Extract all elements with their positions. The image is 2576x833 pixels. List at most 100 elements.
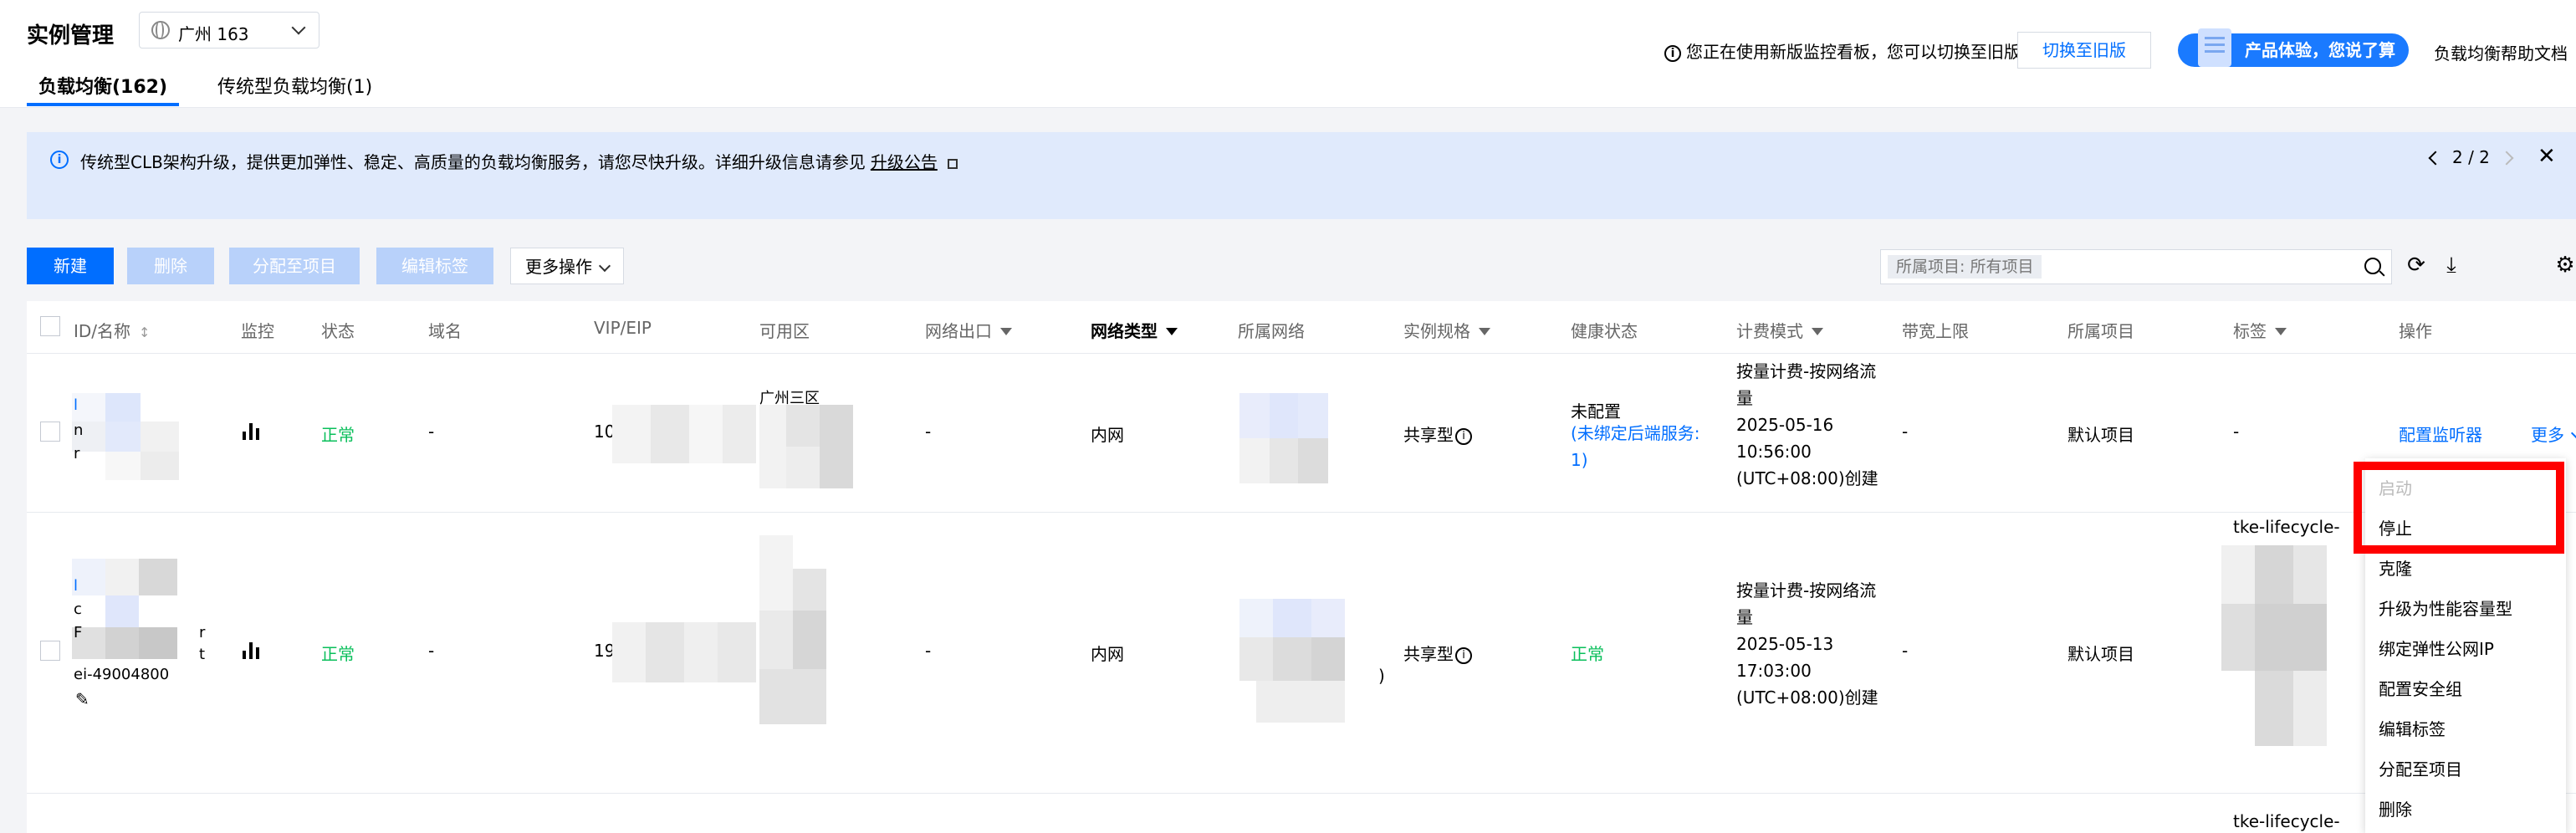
redacted-zone	[759, 405, 853, 488]
health-status: 正常	[1571, 644, 1604, 664]
new-button[interactable]: 新建	[27, 248, 114, 284]
upgrade-announcement-link[interactable]: 升级公告	[871, 152, 938, 172]
info-icon[interactable]: i	[1455, 646, 1472, 664]
filter-icon[interactable]	[1000, 328, 1012, 335]
menu-item-upgrade[interactable]: 升级为性能容量型	[2379, 595, 2512, 620]
row-id-fragment: t	[199, 646, 206, 663]
bandwidth-value: -	[1902, 641, 1909, 661]
egress-value: -	[925, 422, 932, 442]
row-checkbox[interactable]	[40, 641, 60, 661]
redacted-zone	[759, 535, 853, 724]
refresh-icon[interactable]: ⟳	[2404, 253, 2429, 278]
bar-chart-icon[interactable]	[243, 423, 259, 440]
settings-icon[interactable]: ⚙	[2553, 253, 2576, 278]
table-row: l n r 正常 - 10 广州三区 - 内网 共享型 i 未配置 (未绑定后端…	[27, 353, 2576, 513]
select-all-checkbox[interactable]	[40, 316, 60, 336]
row-checkbox[interactable]	[40, 422, 60, 442]
close-icon[interactable]: ✕	[2538, 144, 2556, 169]
assign-project-button[interactable]: 分配至项目	[229, 248, 360, 284]
document-icon	[2198, 28, 2231, 67]
row-id-fragment: ei-49004800	[74, 666, 170, 683]
billing-info: 按量计费-按网络流 量 2025-05-13 17:03:00 (UTC+08:…	[1736, 580, 1878, 708]
billing-info: 按量计费-按网络流 量 2025-05-16 10:56:00 (UTC+08:…	[1736, 361, 1878, 488]
row-id-fragment: F	[74, 624, 83, 641]
external-link-icon	[947, 158, 958, 169]
redacted-id	[72, 393, 231, 480]
redacted-vpc	[1239, 393, 1358, 483]
status-badge: 正常	[321, 425, 355, 445]
project-value: 默认项目	[2067, 425, 2134, 445]
col-vip: VIP/EIP	[594, 318, 652, 338]
bandwidth-value: -	[1902, 422, 1909, 442]
info-icon[interactable]: i	[1455, 427, 1472, 445]
menu-item-bind-eip[interactable]: 绑定弹性公网IP	[2379, 636, 2494, 660]
col-status: 状态	[321, 321, 355, 341]
instance-table: ID/名称 ↕ 监控 状态 域名 VIP/EIP 可用区 网络出口 网络类型 所属…	[27, 301, 2576, 833]
menu-item-edit-tags[interactable]: 编辑标签	[2379, 716, 2446, 740]
page-title: 实例管理	[27, 23, 115, 49]
menu-item-delete[interactable]: 删除	[2379, 796, 2412, 820]
col-actions: 操作	[2399, 321, 2432, 341]
redacted-vpc	[1239, 599, 1378, 723]
col-project: 所属项目	[2067, 321, 2134, 341]
download-icon[interactable]: ⤓	[2439, 253, 2464, 278]
col-tags: 标签	[2233, 318, 2287, 342]
col-id[interactable]: ID/名称 ↕	[74, 318, 150, 342]
status-badge: 正常	[321, 644, 355, 664]
search-icon[interactable]	[2364, 258, 2381, 274]
redacted-tags	[2221, 545, 2369, 788]
tab-classic-clb[interactable]: 传统型负载均衡(1)	[217, 72, 372, 99]
filter-icon[interactable]	[2275, 328, 2287, 335]
col-egress: 网络出口	[925, 318, 1012, 342]
net-type-value: 内网	[1091, 425, 1124, 445]
row-id-fragment[interactable]: l	[74, 396, 78, 414]
banner-text: 传统型CLB架构升级，提供更加弹性、稳定、高质量的负载均衡服务，请您尽快升级。详…	[80, 152, 866, 172]
upgrade-notice-banner: i 传统型CLB架构升级，提供更加弹性、稳定、高质量的负载均衡服务，请您尽快升级…	[27, 132, 2576, 219]
more-operations-button[interactable]: 更多操作	[510, 248, 624, 284]
globe-icon	[151, 21, 170, 39]
filter-icon[interactable]	[1812, 328, 1823, 335]
domain-value: -	[428, 422, 435, 442]
vpc-suffix: )	[1378, 666, 1385, 686]
chevron-down-icon	[291, 20, 306, 35]
spec-value: 共享型 i	[1403, 422, 1472, 446]
chevron-down-icon	[598, 259, 611, 273]
table-header: ID/名称 ↕ 监控 状态 域名 VIP/EIP 可用区 网络出口 网络类型 所属…	[27, 301, 2576, 354]
help-doc-link[interactable]: 负载均衡帮助文档	[2434, 40, 2568, 64]
col-domain: 域名	[428, 321, 462, 341]
region-value: 广州 163	[178, 24, 249, 44]
net-type-value: 内网	[1091, 644, 1124, 664]
health-unbound-link[interactable]: (未绑定后端服务: 1)	[1571, 420, 1705, 473]
bar-chart-icon[interactable]	[243, 642, 259, 659]
info-icon: i	[50, 151, 69, 169]
spec-value: 共享型 i	[1403, 641, 1472, 665]
prev-icon[interactable]	[2428, 151, 2443, 166]
search-input[interactable]: 所属项目: 所有项目	[1880, 249, 2392, 284]
sort-icon[interactable]: ↕	[139, 325, 150, 340]
health-title: 未配置	[1571, 401, 1621, 422]
filter-icon[interactable]	[1479, 328, 1490, 335]
row-id-fragment[interactable]: l	[74, 577, 78, 595]
active-tab-indicator	[27, 103, 179, 106]
switch-old-version-button[interactable]: 切换至旧版	[2017, 32, 2151, 69]
project-value: 默认项目	[2067, 644, 2134, 664]
feedback-button[interactable]: 产品体验，您说了算	[2178, 28, 2409, 67]
tab-clb[interactable]: 负载均衡(162)	[38, 72, 167, 99]
row-id-fragment: n	[74, 422, 84, 439]
delete-button[interactable]: 删除	[127, 248, 214, 284]
menu-item-clone[interactable]: 克隆	[2379, 555, 2412, 580]
more-actions-link[interactable]: 更多	[2531, 422, 2576, 446]
menu-item-assign-project[interactable]: 分配至项目	[2379, 756, 2462, 780]
tags-value: -	[2233, 422, 2240, 442]
next-icon[interactable]	[2499, 151, 2514, 166]
edit-name-icon[interactable]: ✎	[75, 689, 89, 709]
menu-item-security-group[interactable]: 配置安全组	[2379, 676, 2462, 700]
col-health: 健康状态	[1571, 321, 1638, 341]
project-filter-chip[interactable]: 所属项目: 所有项目	[1888, 255, 2042, 279]
row-id-fragment: c	[74, 600, 82, 618]
filter-icon[interactable]	[1166, 328, 1178, 335]
col-billing: 计费模式	[1736, 318, 1823, 342]
edit-tags-button[interactable]: 编辑标签	[376, 248, 493, 284]
configure-listener-link[interactable]: 配置监听器	[2399, 422, 2482, 446]
region-select[interactable]: 广州 163	[139, 12, 319, 49]
